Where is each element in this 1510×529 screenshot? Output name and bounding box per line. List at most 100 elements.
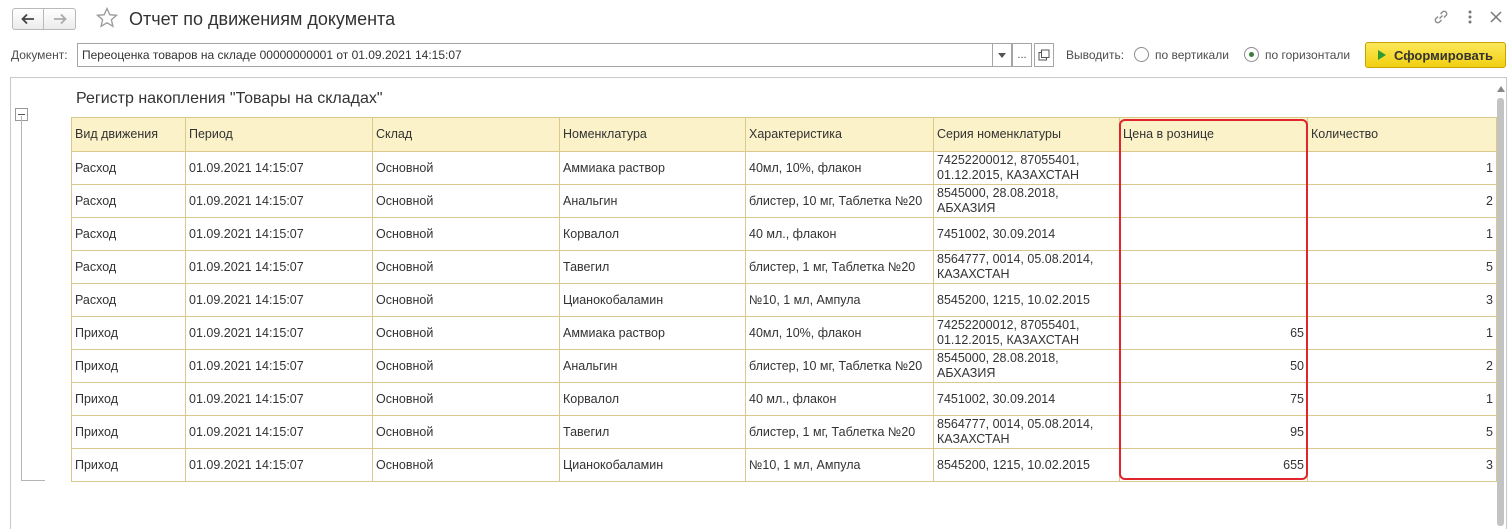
cell-period: 01.09.2021 14:15:07 xyxy=(185,151,373,185)
cell-period: 01.09.2021 14:15:07 xyxy=(185,217,373,251)
radio-vertical-label[interactable]: по вертикали xyxy=(1155,48,1229,62)
column-header-period: Период xyxy=(185,117,373,152)
cell-warehouse: Основной xyxy=(372,316,560,350)
table-row[interactable]: Приход 01.09.2021 14:15:07 Основной Таве… xyxy=(71,415,1497,449)
cell-kind: Приход xyxy=(71,415,186,449)
close-button[interactable] xyxy=(1488,8,1504,29)
cell-item: Анальгин xyxy=(559,184,746,218)
table-row[interactable]: Приход 01.09.2021 14:15:07 Основной Циан… xyxy=(71,448,1497,482)
table-row[interactable]: Расход 01.09.2021 14:15:07 Основной Амми… xyxy=(71,151,1497,185)
column-header-characteristic: Характеристика xyxy=(745,117,934,152)
cell-warehouse: Основной xyxy=(372,217,560,251)
radio-horizontal[interactable] xyxy=(1244,47,1259,62)
cell-item: Тавегил xyxy=(559,250,746,284)
forward-button[interactable] xyxy=(44,8,76,30)
cell-warehouse: Основной xyxy=(372,349,560,383)
cell-period: 01.09.2021 14:15:07 xyxy=(185,448,373,482)
cell-warehouse: Основной xyxy=(372,250,560,284)
cell-retail-price: 65 xyxy=(1119,316,1308,350)
cell-warehouse: Основной xyxy=(372,283,560,317)
cell-quantity: 2 xyxy=(1307,184,1497,218)
column-header-kind: Вид движения xyxy=(71,117,186,152)
back-arrow-icon xyxy=(21,13,34,25)
cell-series: 74252200012, 87055401, 01.12.2015, КАЗАХ… xyxy=(933,151,1120,185)
dropdown-icon xyxy=(998,52,1006,58)
cell-series: 8564777, 0014, 05.08.2014, КАЗАХСТАН xyxy=(933,415,1120,449)
table-row[interactable]: Приход 01.09.2021 14:15:07 Основной Корв… xyxy=(71,382,1497,416)
scroll-up-arrow[interactable] xyxy=(1497,86,1505,92)
document-open-button[interactable] xyxy=(1034,43,1054,67)
favorite-button[interactable] xyxy=(95,6,119,33)
generate-button[interactable]: Сформировать xyxy=(1365,42,1506,68)
cell-period: 01.09.2021 14:15:07 xyxy=(185,184,373,218)
document-select-button[interactable]: ... xyxy=(1012,43,1032,67)
cell-quantity: 3 xyxy=(1307,448,1497,482)
cell-characteristic: 40 мл., флакон xyxy=(745,382,934,416)
cell-kind: Расход xyxy=(71,283,186,317)
play-icon xyxy=(1378,50,1386,60)
table-row[interactable]: Приход 01.09.2021 14:15:07 Основной Амми… xyxy=(71,316,1497,350)
cell-quantity: 1 xyxy=(1307,151,1497,185)
cell-characteristic: блистер, 1 мг, Таблетка №20 xyxy=(745,415,934,449)
cell-warehouse: Основной xyxy=(372,382,560,416)
output-label: Выводить: xyxy=(1066,48,1125,62)
cell-series: 8545000, 28.08.2018, АБХАЗИЯ xyxy=(933,184,1120,218)
cell-warehouse: Основной xyxy=(372,151,560,185)
cell-period: 01.09.2021 14:15:07 xyxy=(185,316,373,350)
cell-kind: Приход xyxy=(71,349,186,383)
cell-retail-price: 655 xyxy=(1119,448,1308,482)
cell-kind: Приход xyxy=(71,382,186,416)
cell-retail-price xyxy=(1119,217,1308,251)
back-button[interactable] xyxy=(12,8,44,30)
report-area: Регистр накопления "Товары на складах" В… xyxy=(10,77,1507,529)
cell-series: 8564777, 0014, 05.08.2014, КАЗАХСТАН xyxy=(933,250,1120,284)
star-icon xyxy=(95,6,119,28)
column-header-item: Номенклатура xyxy=(559,117,746,152)
cell-series: 8545200, 1215, 10.02.2015 xyxy=(933,283,1120,317)
cell-kind: Расход xyxy=(71,151,186,185)
close-icon xyxy=(1490,11,1502,23)
cell-quantity: 1 xyxy=(1307,382,1497,416)
cell-series: 8545000, 28.08.2018, АБХАЗИЯ xyxy=(933,349,1120,383)
vertical-scrollbar[interactable] xyxy=(1497,98,1504,526)
cell-warehouse: Основной xyxy=(372,184,560,218)
radio-vertical[interactable] xyxy=(1134,47,1149,62)
cell-retail-price: 50 xyxy=(1119,349,1308,383)
table-row[interactable]: Приход 01.09.2021 14:15:07 Основной Анал… xyxy=(71,349,1497,383)
title-bar: Отчет по движениям документа xyxy=(0,0,1510,40)
cell-series: 7451002, 30.09.2014 xyxy=(933,382,1120,416)
cell-kind: Приход xyxy=(71,448,186,482)
cell-characteristic: 40 мл., флакон xyxy=(745,217,934,251)
more-button[interactable] xyxy=(1465,8,1475,29)
cell-item: Аммиака раствор xyxy=(559,151,746,185)
cell-characteristic: блистер, 10 мг, Таблетка №20 xyxy=(745,184,934,218)
report-parameters: Документ: Переоценка товаров на складе 0… xyxy=(0,41,1510,71)
more-icon xyxy=(1468,10,1472,24)
cell-item: Аммиака раствор xyxy=(559,316,746,350)
cell-period: 01.09.2021 14:15:07 xyxy=(185,250,373,284)
document-field[interactable]: Переоценка товаров на складе 00000000001… xyxy=(77,43,993,67)
table-row[interactable]: Расход 01.09.2021 14:15:07 Основной Корв… xyxy=(71,217,1497,251)
document-dropdown-button[interactable] xyxy=(992,43,1012,67)
column-header-quantity: Количество xyxy=(1307,117,1497,152)
cell-period: 01.09.2021 14:15:07 xyxy=(185,283,373,317)
cell-characteristic: блистер, 10 мг, Таблетка №20 xyxy=(745,349,934,383)
document-label: Документ: xyxy=(11,48,68,62)
table-row[interactable]: Расход 01.09.2021 14:15:07 Основной Анал… xyxy=(71,184,1497,218)
table-row[interactable]: Расход 01.09.2021 14:15:07 Основной Циан… xyxy=(71,283,1497,317)
table-header-row: Вид движения Период Склад Номенклатура Х… xyxy=(71,117,1497,152)
cell-retail-price xyxy=(1119,184,1308,218)
table-row[interactable]: Расход 01.09.2021 14:15:07 Основной Таве… xyxy=(71,250,1497,284)
link-button[interactable] xyxy=(1432,8,1450,29)
forward-arrow-icon xyxy=(53,13,67,25)
link-icon xyxy=(1434,10,1448,24)
cell-warehouse: Основной xyxy=(372,415,560,449)
cell-retail-price: 75 xyxy=(1119,382,1308,416)
column-header-retail-price: Цена в рознице xyxy=(1119,117,1308,152)
cell-kind: Приход xyxy=(71,316,186,350)
cell-period: 01.09.2021 14:15:07 xyxy=(185,415,373,449)
movements-table: Вид движения Период Склад Номенклатура Х… xyxy=(71,117,1497,482)
cell-series: 7451002, 30.09.2014 xyxy=(933,217,1120,251)
radio-horizontal-label[interactable]: по горизонтали xyxy=(1265,48,1350,62)
cell-series: 8545200, 1215, 10.02.2015 xyxy=(933,448,1120,482)
